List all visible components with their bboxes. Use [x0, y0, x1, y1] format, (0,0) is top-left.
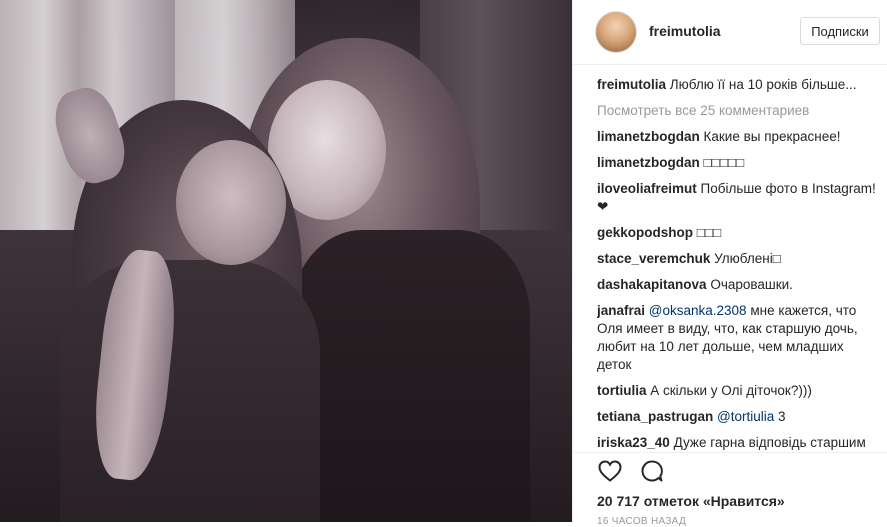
comment-username[interactable]: gekkopodshop [597, 225, 693, 240]
comment: limanetzbogdan □□□□□ [597, 154, 881, 172]
comment-username[interactable]: janafrai [597, 303, 645, 318]
comment-username[interactable]: iloveoliafreimut [597, 181, 697, 196]
photo-region [290, 230, 530, 522]
comment-text: Улюблені□ [714, 251, 781, 266]
comment-text: Какие вы прекраснее! [703, 129, 841, 144]
comment-mention-link[interactable]: @tortiulia [717, 409, 774, 424]
avatar[interactable] [596, 12, 636, 52]
comment-text: А скільки у Олі діточок?))) [650, 383, 812, 398]
post-view: freimutolia Подписки freimutolia Люблю ї… [0, 0, 887, 527]
post-photo[interactable] [0, 0, 572, 522]
comment-text: □□□□□ [703, 155, 745, 170]
divider [573, 452, 887, 453]
comment-icon[interactable] [639, 458, 665, 484]
comment: janafrai @oksanka.2308 мне кажется, что … [597, 302, 881, 374]
comment-username[interactable]: limanetzbogdan [597, 155, 700, 170]
comment: dashakapitanova Очаровашки. [597, 276, 881, 294]
comment: gekkopodshop □□□ [597, 224, 881, 242]
comment-username[interactable]: limanetzbogdan [597, 129, 700, 144]
post-header: freimutolia Подписки [573, 0, 887, 65]
action-bar [597, 458, 665, 488]
comment-username[interactable]: iriska23_40 [597, 435, 670, 450]
comment: limanetzbogdan Какие вы прекраснее! [597, 128, 881, 146]
photo-region [176, 140, 286, 265]
comment-username[interactable]: tetiana_pastrugan [597, 409, 713, 424]
comment-username[interactable]: stace_veremchuk [597, 251, 710, 266]
comment-text: □□□ [696, 225, 722, 240]
following-button[interactable]: Подписки [800, 17, 880, 45]
caption: freimutolia Люблю її на 10 років більше.… [597, 76, 881, 94]
header-username[interactable]: freimutolia [649, 23, 721, 39]
comment-text: Очаровашки. [710, 277, 793, 292]
caption-username[interactable]: freimutolia [597, 77, 666, 92]
comment: tortiulia А скільки у Олі діточок?))) [597, 382, 881, 400]
likes-count[interactable]: 20 717 отметок «Нравится» [597, 493, 785, 509]
comment-username[interactable]: tortiulia [597, 383, 647, 398]
comment: iriska23_40 Дуже гарна відповідь старшим… [597, 434, 881, 452]
comments-list: freimutolia Люблю її на 10 років більше.… [597, 76, 881, 452]
comment-username[interactable]: dashakapitanova [597, 277, 707, 292]
heart-icon[interactable] [597, 458, 623, 484]
post-side-panel: freimutolia Подписки freimutolia Люблю ї… [572, 0, 887, 527]
comment-mention-link[interactable]: @oksanka.2308 [649, 303, 747, 318]
comment: tetiana_pastrugan @tortiulia 3 [597, 408, 881, 426]
comment: iloveoliafreimut Побільше фото в Instagr… [597, 180, 881, 216]
comment: stace_veremchuk Улюблені□ [597, 250, 881, 268]
comment-text: 3 [774, 409, 786, 424]
caption-text: Люблю її на 10 років більше... [669, 77, 857, 92]
view-all-comments-link[interactable]: Посмотреть все 25 комментариев [597, 102, 881, 120]
